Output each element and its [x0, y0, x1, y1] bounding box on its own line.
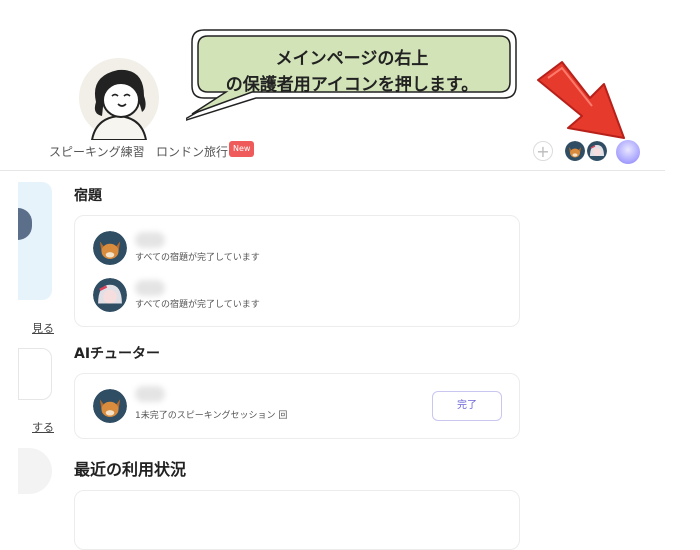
complete-button[interactable]: 完了: [432, 391, 502, 421]
left-link-view[interactable]: 見る: [32, 320, 54, 336]
ai-tutor-title: AIチューター: [74, 346, 161, 362]
homework-card: すべての宿題が完了しています すべての宿題が完了しています: [74, 215, 520, 327]
nav-divider: [0, 170, 665, 171]
child-avatar-dog[interactable]: [565, 141, 585, 161]
dog-icon: [93, 389, 127, 423]
child-name-blurred: [135, 386, 165, 402]
child-name-blurred: [135, 280, 165, 296]
left-card-2: [18, 348, 52, 400]
nav-link-london[interactable]: ロンドン旅行: [156, 143, 228, 160]
child-avatar-dog: [93, 231, 127, 265]
callout-line-2: の保護者用アイコンを押します。: [225, 75, 479, 95]
child-avatar-dog: [93, 389, 127, 423]
child-avatar-girl: [93, 278, 127, 312]
girl-avatar-icon: [93, 278, 127, 312]
left-link-do[interactable]: する: [32, 419, 54, 435]
callout-line-1: メインページの右上: [275, 49, 429, 69]
red-arrow-icon: [537, 61, 625, 139]
guardian-icon-button[interactable]: [616, 140, 640, 164]
ai-tutor-status: 1未完了のスピーキングセッション 回: [135, 411, 288, 421]
left-card-image: [18, 208, 32, 240]
child-avatar-girl[interactable]: [587, 141, 607, 161]
dog-icon: [565, 141, 585, 161]
homework-status: すべての宿題が完了しています: [135, 300, 260, 310]
homework-title: 宿題: [74, 188, 102, 204]
new-badge: New: [229, 141, 255, 157]
left-card-3: [18, 448, 52, 494]
girl-avatar-icon: [587, 141, 607, 161]
nav-link-speaking[interactable]: スピーキング練習: [49, 143, 145, 160]
recent-usage-card: [74, 490, 520, 550]
dog-icon: [93, 231, 127, 265]
recent-usage-title: 最近の利用状況: [74, 460, 187, 479]
homework-status: すべての宿題が完了しています: [135, 253, 260, 263]
left-card-banner: [18, 182, 52, 300]
add-child-button[interactable]: +: [533, 141, 553, 161]
girl-illustration: [79, 58, 159, 140]
child-name-blurred: [135, 232, 165, 248]
